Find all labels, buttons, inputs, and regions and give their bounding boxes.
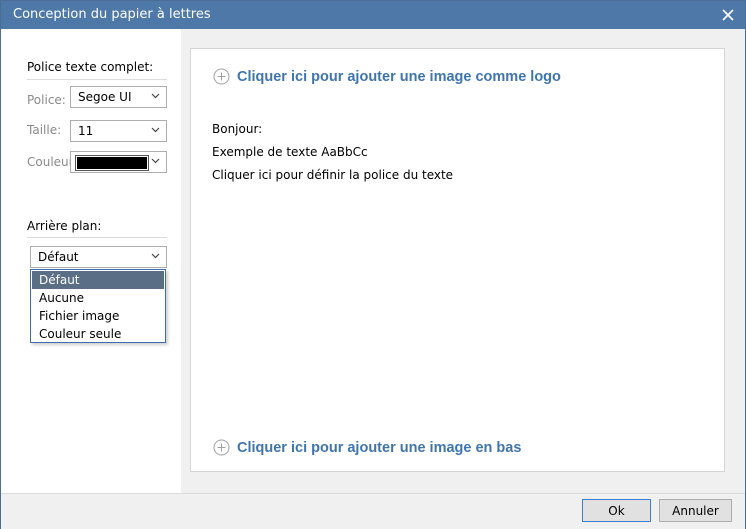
background-section-label: Arrière plan: [27, 219, 102, 233]
add-bottom-label: Cliquer ici pour ajouter une image en ba… [237, 439, 522, 456]
ok-button[interactable]: Ok [582, 499, 651, 522]
option-defaut[interactable]: Défaut [32, 271, 164, 289]
close-button[interactable] [717, 4, 739, 26]
window-title: Conception du papier à lettres [13, 7, 211, 22]
taille-dropdown[interactable]: 11 [70, 120, 167, 142]
font-section-label: Police texte complet: [27, 60, 154, 74]
letter-preview: Cliquer ici pour ajouter une image comme… [190, 48, 725, 472]
divider [27, 237, 167, 238]
couleur-dropdown[interactable] [70, 151, 167, 173]
color-swatch [75, 155, 149, 171]
close-icon [722, 9, 734, 21]
settings-panel: Police texte complet: Police: Segoe UI T… [1, 29, 181, 493]
title-bar[interactable]: Conception du papier à lettres [1, 1, 745, 29]
police-dropdown[interactable]: Segoe UI [70, 86, 167, 108]
option-aucune[interactable]: Aucune [32, 289, 164, 307]
plus-circle-icon [213, 439, 230, 456]
option-couleur-seule[interactable]: Couleur seule [32, 325, 164, 343]
taille-value: 11 [78, 124, 94, 138]
background-dropdown[interactable]: Défaut [30, 246, 167, 268]
sample-text: Exemple de texte AaBbCc [212, 145, 368, 159]
option-fichier-image[interactable]: Fichier image [32, 307, 164, 325]
dialog-window: Conception du papier à lettres Police te… [0, 0, 746, 529]
add-bottom-image-link[interactable]: Cliquer ici pour ajouter une image en ba… [213, 439, 521, 456]
font-hint-link[interactable]: Cliquer ici pour définir la police du te… [212, 168, 453, 182]
greeting-text: Bonjour: [212, 122, 263, 136]
police-value: Segoe UI [78, 90, 132, 104]
chevron-down-icon [151, 127, 160, 133]
chevron-down-icon [151, 253, 160, 259]
chevron-down-icon [151, 93, 160, 99]
police-label: Police: [27, 93, 66, 107]
cancel-button[interactable]: Annuler [659, 499, 732, 522]
chevron-down-icon [151, 158, 160, 164]
taille-label: Taille: [27, 123, 62, 137]
plus-circle-icon [213, 68, 230, 85]
dialog-footer: Ok Annuler [1, 493, 745, 529]
background-options-list: Défaut Aucune Fichier image Couleur seul… [30, 269, 166, 343]
background-value: Défaut [38, 250, 79, 264]
add-logo-label: Cliquer ici pour ajouter une image comme… [237, 68, 561, 85]
divider [27, 79, 167, 80]
add-logo-link[interactable]: Cliquer ici pour ajouter une image comme… [213, 68, 561, 85]
